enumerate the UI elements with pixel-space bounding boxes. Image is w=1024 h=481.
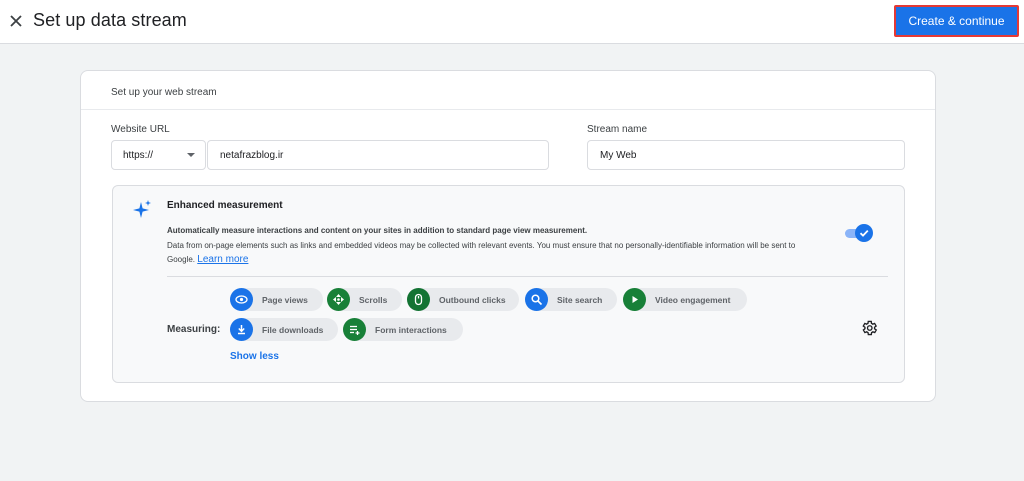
- sparkle-icon: [130, 199, 152, 221]
- website-url-label: Website URL: [111, 124, 170, 135]
- divider: [167, 276, 888, 277]
- download-icon: [230, 318, 253, 341]
- website-url-input[interactable]: [207, 140, 549, 170]
- enhanced-description: Data from on-page elements such as links…: [167, 239, 817, 267]
- protocol-value: https://: [123, 150, 154, 161]
- mouse-icon: [407, 288, 430, 311]
- chip-scrolls[interactable]: Scrolls: [327, 288, 402, 311]
- chip-site-search[interactable]: Site search: [525, 288, 617, 311]
- card-header: Set up your web stream: [81, 71, 935, 110]
- enhanced-description-bold: Automatically measure interactions and c…: [167, 226, 588, 235]
- stream-name-label: Stream name: [587, 124, 648, 135]
- gear-icon[interactable]: [860, 319, 878, 337]
- web-stream-card: Set up your web stream Website URL https…: [80, 70, 936, 402]
- chip-outbound-clicks[interactable]: Outbound clicks: [407, 288, 519, 311]
- enhanced-description-text: Data from on-page elements such as links…: [167, 241, 796, 264]
- chip-video-engagement[interactable]: Video engagement: [623, 288, 747, 311]
- card-title: Set up your web stream: [111, 87, 217, 98]
- chip-label: Video engagement: [655, 295, 731, 305]
- top-bar: Set up data stream Create & continue: [0, 0, 1024, 44]
- chip-label: Outbound clicks: [439, 295, 506, 305]
- create-continue-button[interactable]: Create & continue: [894, 5, 1019, 37]
- chip-page-views[interactable]: Page views: [230, 288, 323, 311]
- page-title: Set up data stream: [33, 10, 187, 30]
- form-icon: [343, 318, 366, 341]
- enhanced-measurement-panel: Enhanced measurement Automatically measu…: [112, 185, 905, 383]
- learn-more-link[interactable]: Learn more: [197, 254, 248, 265]
- enhanced-measurement-toggle[interactable]: [845, 224, 873, 242]
- enhanced-measurement-title: Enhanced measurement: [167, 200, 283, 211]
- stream-name-input[interactable]: [587, 140, 905, 170]
- chip-form-interactions[interactable]: Form interactions: [343, 318, 463, 341]
- chip-label: Form interactions: [375, 325, 447, 335]
- chevron-down-icon: [187, 153, 195, 157]
- search-icon: [525, 288, 548, 311]
- chip-label: Site search: [557, 295, 603, 305]
- scroll-icon: [327, 288, 350, 311]
- check-icon: [855, 224, 873, 242]
- chip-file-downloads[interactable]: File downloads: [230, 318, 338, 341]
- measuring-label: Measuring:: [167, 324, 221, 335]
- protocol-select[interactable]: https://: [111, 140, 206, 170]
- eye-icon: [230, 288, 253, 311]
- show-less-link[interactable]: Show less: [230, 351, 279, 362]
- chip-label: Page views: [262, 295, 308, 305]
- play-icon: [623, 288, 646, 311]
- close-icon[interactable]: [6, 11, 26, 31]
- chip-label: File downloads: [262, 325, 324, 335]
- chip-label: Scrolls: [359, 295, 388, 305]
